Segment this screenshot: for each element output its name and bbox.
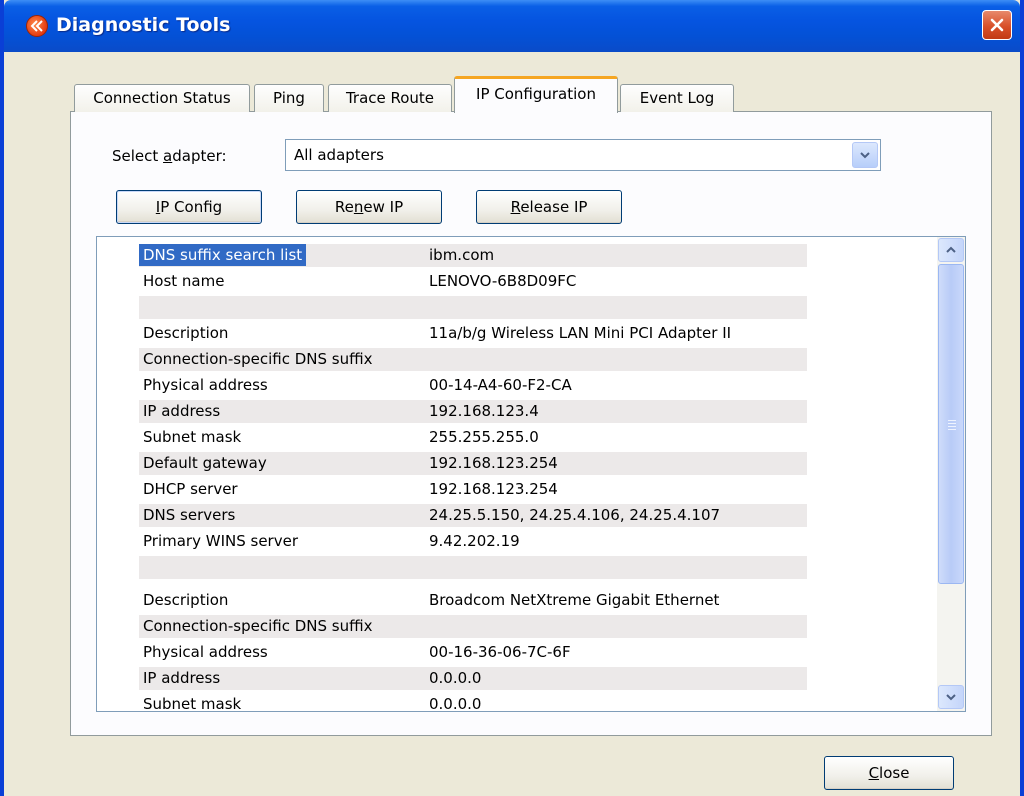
close-button[interactable]: Close: [824, 756, 954, 790]
adapter-select[interactable]: All adapters: [285, 139, 881, 171]
tab-ping[interactable]: Ping: [254, 84, 324, 112]
list-item[interactable]: [139, 296, 807, 319]
release-ip-button[interactable]: Release IP: [476, 190, 622, 224]
row-value: 255.255.255.0: [429, 428, 539, 446]
chevron-down-icon: [946, 694, 956, 701]
tab-ip-configuration[interactable]: IP Configuration: [454, 76, 618, 113]
row-key: IP address: [143, 669, 221, 687]
list-item[interactable]: Host name LENOVO-6B8D09FC: [139, 270, 807, 293]
row-value: LENOVO-6B8D09FC: [429, 272, 577, 290]
window-title: Diagnostic Tools: [56, 14, 231, 36]
tab-event-log[interactable]: Event Log: [620, 84, 734, 112]
grip-line: [948, 420, 956, 421]
row-key: Connection-specific DNS suffix: [143, 350, 373, 368]
row-key: Physical address: [143, 376, 268, 394]
ip-config-list[interactable]: DNS suffix search list ibm.com Host name…: [96, 236, 966, 712]
renew-ip-button[interactable]: Renew IP: [296, 190, 442, 224]
row-key: Description: [143, 591, 229, 609]
row-value: Broadcom NetXtreme Gigabit Ethernet: [429, 591, 720, 609]
row-value: 192.168.123.4: [429, 402, 539, 420]
select-adapter-label: Select adapter:: [112, 147, 227, 165]
list-item[interactable]: Subnet mask 0.0.0.0: [139, 693, 807, 712]
list-item[interactable]: Physical address 00-16-36-06-7C-6F: [139, 641, 807, 664]
window-close-button[interactable]: [982, 10, 1012, 40]
row-key: DNS suffix search list: [139, 244, 307, 266]
list-item[interactable]: IP address 0.0.0.0: [139, 667, 807, 690]
row-key: Host name: [143, 272, 225, 290]
row-value: 00-14-A4-60-F2-CA: [429, 376, 572, 394]
row-key: Subnet mask: [143, 428, 242, 446]
row-value: 192.168.123.254: [429, 480, 558, 498]
list-item[interactable]: Subnet mask 255.255.255.0: [139, 426, 807, 449]
ip-config-button[interactable]: IP Config: [116, 190, 262, 224]
adapter-dropdown-button[interactable]: [852, 142, 878, 168]
chevron-down-icon: [860, 152, 870, 159]
list-item[interactable]: Connection-specific DNS suffix: [139, 348, 807, 371]
list-item[interactable]: IP address 192.168.123.4: [139, 400, 807, 423]
tab-connection-status[interactable]: Connection Status: [74, 84, 250, 112]
row-value: 11a/b/g Wireless LAN Mini PCI Adapter II: [429, 324, 732, 342]
row-key: Description: [143, 324, 229, 342]
close-icon: [990, 18, 1004, 32]
title-bar[interactable]: Diagnostic Tools: [4, 0, 1020, 52]
vertical-scrollbar[interactable]: [937, 237, 965, 711]
diagnostic-tools-window: Diagnostic Tools Connection Status Ping …: [0, 0, 1024, 796]
app-icon: [26, 15, 48, 37]
row-value: 0.0.0.0: [429, 695, 482, 712]
list-item[interactable]: Description 11a/b/g Wireless LAN Mini PC…: [139, 322, 807, 345]
row-key: DNS servers: [143, 506, 236, 524]
grip-line: [948, 426, 956, 427]
list-item[interactable]: DNS servers 24.25.5.150, 24.25.4.106, 24…: [139, 504, 807, 527]
row-value: 192.168.123.254: [429, 454, 558, 472]
list-item[interactable]: [139, 556, 807, 579]
grip-line: [948, 429, 956, 430]
row-key: Connection-specific DNS suffix: [143, 617, 373, 635]
scroll-down-button[interactable]: [938, 685, 964, 709]
row-value: 0.0.0.0: [429, 669, 482, 687]
row-value: 9.42.202.19: [429, 532, 520, 550]
row-value: ibm.com: [429, 246, 495, 264]
list-item[interactable]: Description Broadcom NetXtreme Gigabit E…: [139, 589, 807, 612]
grip-line: [948, 423, 956, 424]
list-item[interactable]: Connection-specific DNS suffix: [139, 615, 807, 638]
list-item[interactable]: Primary WINS server 9.42.202.19: [139, 530, 807, 553]
list-item[interactable]: Default gateway 192.168.123.254: [139, 452, 807, 475]
list-item[interactable]: Physical address 00-14-A4-60-F2-CA: [139, 374, 807, 397]
row-key: Subnet mask: [143, 695, 242, 712]
row-key: Physical address: [143, 643, 268, 661]
row-key: IP address: [143, 402, 221, 420]
row-key: DHCP server: [143, 480, 238, 498]
row-value: 24.25.5.150, 24.25.4.106, 24.25.4.107: [429, 506, 721, 524]
row-value: 00-16-36-06-7C-6F: [429, 643, 571, 661]
list-item[interactable]: DNS suffix search list ibm.com: [139, 244, 807, 267]
scroll-up-button[interactable]: [938, 238, 964, 262]
row-key: Default gateway: [143, 454, 267, 472]
row-key: Primary WINS server: [143, 532, 298, 550]
chevron-up-icon: [946, 246, 956, 253]
tab-trace-route[interactable]: Trace Route: [328, 84, 452, 112]
list-item[interactable]: DHCP server 192.168.123.254: [139, 478, 807, 501]
scroll-thumb[interactable]: [938, 264, 964, 584]
adapter-select-value: All adapters: [294, 146, 384, 164]
